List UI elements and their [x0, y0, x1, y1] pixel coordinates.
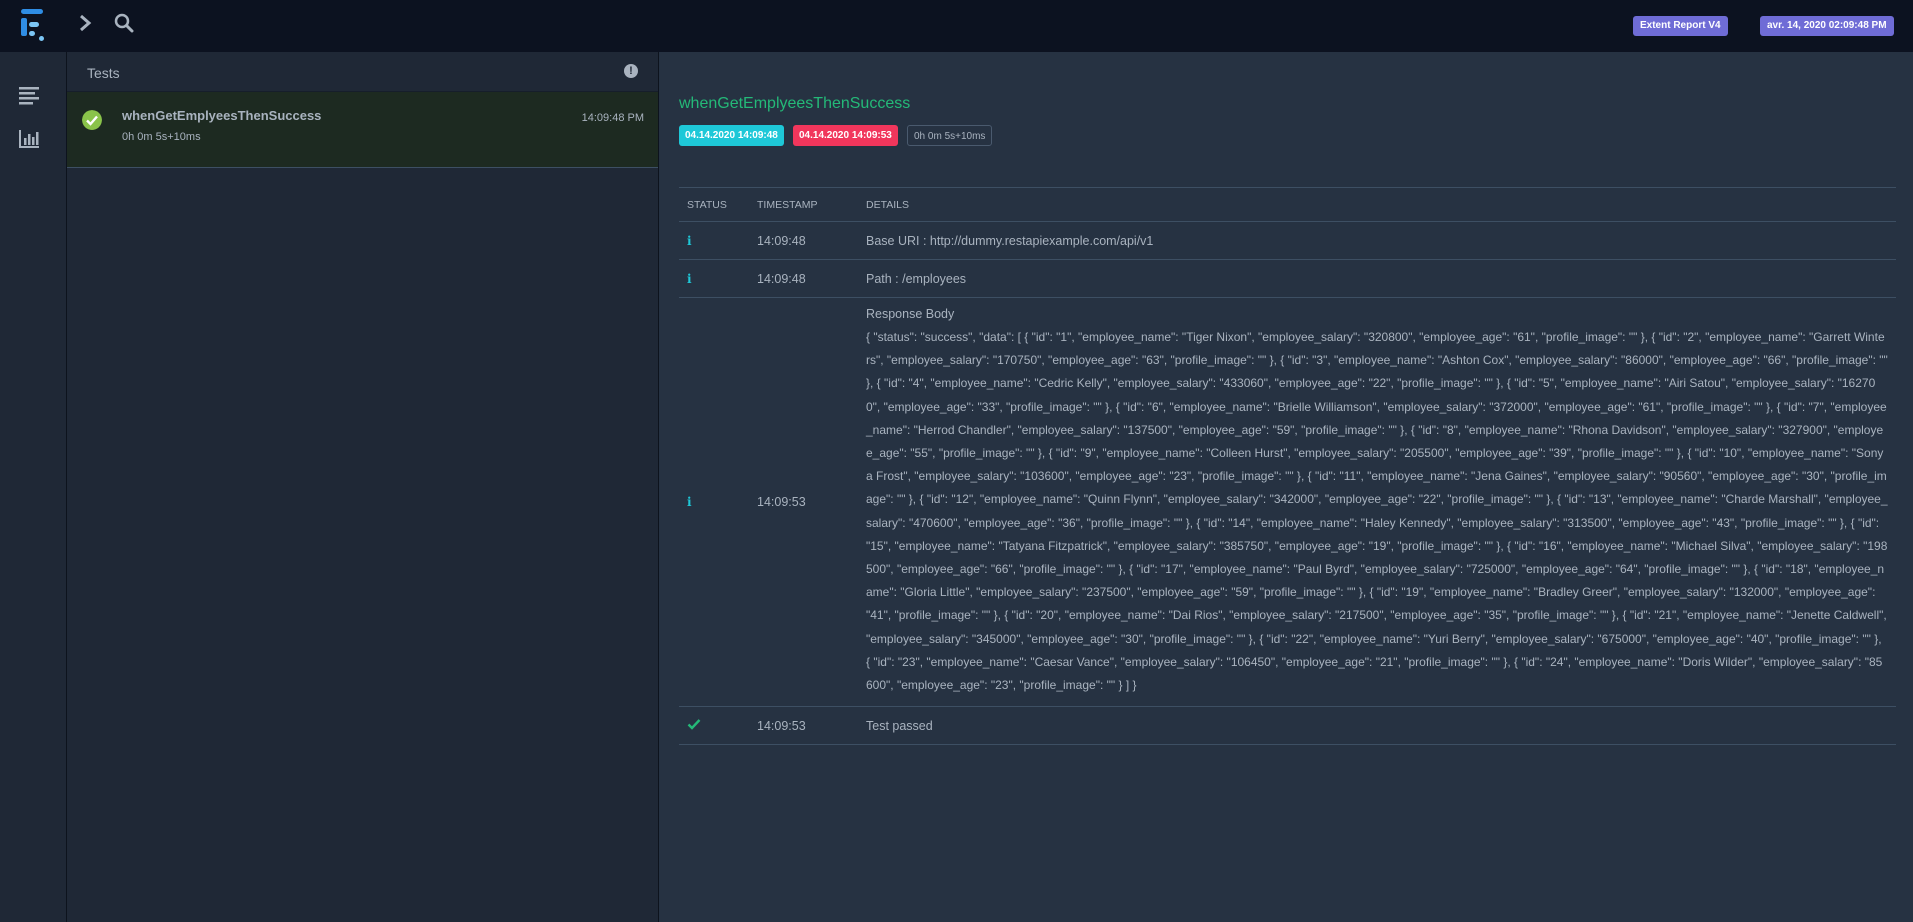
- duration-badge: 0h 0m 5s+10ms: [907, 125, 993, 146]
- log-row: i 14:09:48 Path : /employees: [679, 259, 1896, 298]
- log-row: 14:09:53 Test passed: [679, 706, 1896, 746]
- test-duration: 0h 0m 5s+10ms: [122, 131, 201, 143]
- response-body-json: { "status": "success", "data": [ { "id":…: [866, 330, 1888, 693]
- start-time-badge: 04.14.2020 14:09:48: [679, 125, 784, 146]
- test-list-header: Tests !: [67, 52, 658, 92]
- test-list-item[interactable]: whenGetEmplyeesThenSuccess 0h 0m 5s+10ms…: [67, 92, 658, 168]
- log-row: i 14:09:48 Base URI : http://dummy.resta…: [679, 221, 1896, 260]
- log-row: i 14:09:53 Response Body { "status": "su…: [679, 297, 1896, 708]
- test-time: 14:09:48 PM: [581, 112, 644, 124]
- list-icon[interactable]: [18, 85, 40, 105]
- log-details: Test passed: [858, 706, 1896, 746]
- log-status: i: [679, 259, 749, 298]
- column-header-details: DETAILS: [858, 187, 1896, 222]
- log-timestamp: 14:09:48: [749, 221, 858, 260]
- report-date-badge: avr. 14, 2020 02:09:48 PM: [1760, 16, 1894, 36]
- log-table-header: STATUS TIMESTAMP DETAILS: [679, 187, 1896, 222]
- column-header-timestamp: TIMESTAMP: [749, 187, 858, 222]
- chevron-right-icon[interactable]: [77, 12, 93, 34]
- logo[interactable]: [18, 7, 46, 41]
- info-status-icon: i: [687, 233, 692, 248]
- pass-status-icon: [687, 719, 701, 730]
- log-timestamp: 14:09:53: [749, 706, 858, 746]
- log-details: Response Body { "status": "success", "da…: [858, 297, 1896, 708]
- test-list-title: Tests: [87, 65, 120, 81]
- log-details: Path : /employees: [858, 259, 1896, 298]
- log-timestamp: 14:09:53: [749, 297, 858, 708]
- pass-check-icon: [82, 110, 102, 130]
- column-header-status: STATUS: [679, 187, 749, 222]
- search-icon[interactable]: [114, 13, 134, 33]
- top-navbar: Extent Report V4 avr. 14, 2020 02:09:48 …: [0, 0, 1913, 52]
- test-name: whenGetEmplyeesThenSuccess: [122, 108, 322, 123]
- info-status-icon: i: [687, 271, 692, 286]
- sidebar-rail: [0, 52, 67, 922]
- info-icon[interactable]: !: [624, 64, 638, 78]
- test-detail-title: whenGetEmplyeesThenSuccess: [679, 95, 911, 112]
- response-body-label: Response Body: [866, 307, 955, 321]
- test-detail-panel: whenGetEmplyeesThenSuccess 04.14.2020 14…: [659, 52, 1913, 922]
- info-status-icon: i: [687, 495, 692, 510]
- test-list-panel: Tests ! whenGetEmplyeesThenSuccess 0h 0m…: [67, 52, 659, 922]
- log-status: i: [679, 221, 749, 260]
- report-version-badge: Extent Report V4: [1633, 16, 1728, 36]
- log-status: [679, 706, 749, 746]
- log-timestamp: 14:09:48: [749, 259, 858, 298]
- log-status: i: [679, 297, 749, 708]
- log-table: STATUS TIMESTAMP DETAILS i 14:09:48 Base…: [679, 187, 1896, 746]
- dashboard-chart-icon[interactable]: [18, 129, 40, 149]
- log-details: Base URI : http://dummy.restapiexample.c…: [858, 221, 1896, 260]
- end-time-badge: 04.14.2020 14:09:53: [793, 125, 898, 146]
